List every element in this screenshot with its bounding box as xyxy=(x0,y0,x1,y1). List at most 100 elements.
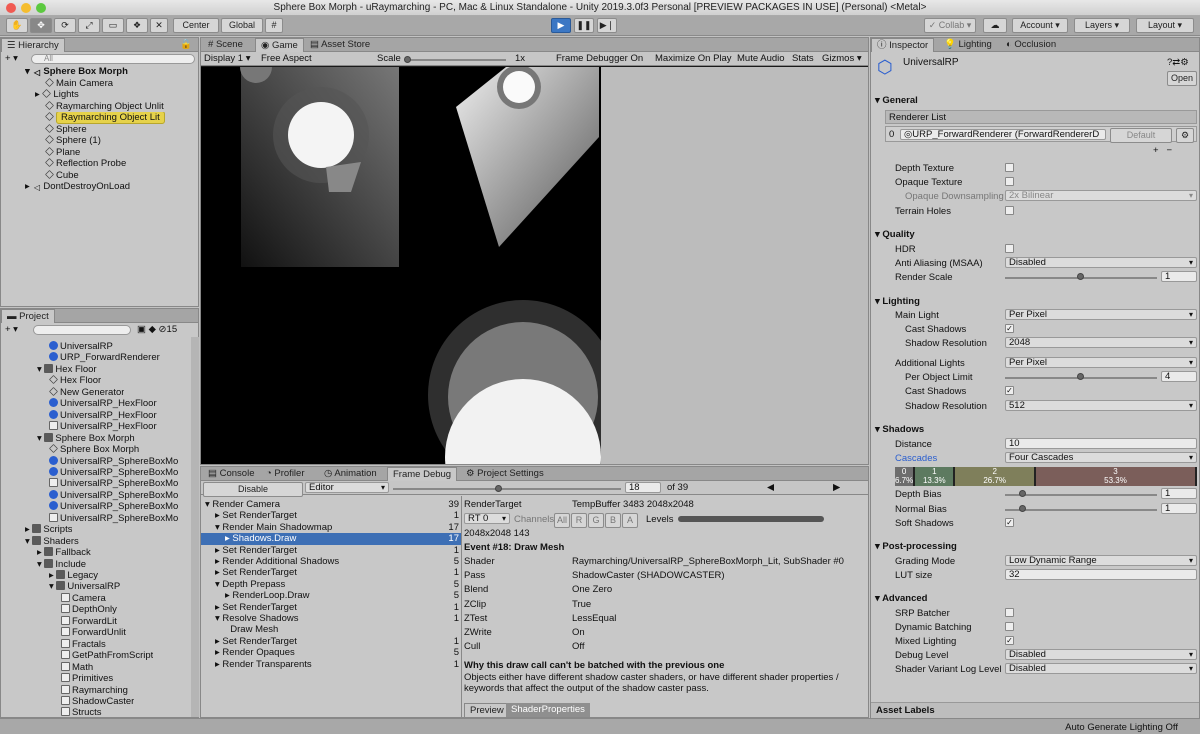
post-processing-section[interactable]: ▾ Post-processing xyxy=(875,541,957,552)
game-render-image[interactable] xyxy=(201,67,601,464)
debug-level-dropdown[interactable]: Disabled xyxy=(1005,649,1197,660)
project-item[interactable]: Hex Floor xyxy=(49,375,101,387)
hierarchy-item[interactable]: Raymarching Object Unlit xyxy=(35,101,164,113)
move-tool-icon[interactable]: ✥ xyxy=(30,18,52,33)
main-shadow-res-dropdown[interactable]: 2048 xyxy=(1005,337,1197,348)
project-item[interactable]: Primitives xyxy=(61,673,113,685)
frame-number-field[interactable]: 18 xyxy=(625,482,661,493)
aspect-dropdown[interactable]: Free Aspect xyxy=(261,53,371,65)
additional-lights-dropdown[interactable]: Per Pixel xyxy=(1005,357,1197,368)
frame-event-row[interactable]: ▸ Set RenderTarget 1 xyxy=(201,567,461,579)
tab-scene[interactable]: # Scene xyxy=(203,38,248,52)
hierarchy-item[interactable]: Sphere (1) xyxy=(35,135,101,147)
project-item[interactable]: DepthOnly xyxy=(61,604,117,616)
frame-event-row[interactable]: ▸ Set RenderTarget 1 xyxy=(201,510,461,522)
project-scrollbar[interactable] xyxy=(191,337,199,717)
shader-variant-log-dropdown[interactable]: Disabled xyxy=(1005,663,1197,674)
stats-toggle[interactable]: Stats xyxy=(792,53,814,65)
expand-arrow-icon[interactable]: ▾ xyxy=(49,581,56,592)
frame-event-row[interactable]: ▾ Render Camera 39 xyxy=(201,499,461,511)
prev-frame-button[interactable]: ◀ xyxy=(767,482,774,494)
frame-event-row[interactable]: ▸ Set RenderTarget 1 xyxy=(201,602,461,614)
maximize-on-play-toggle[interactable]: Maximize On Play xyxy=(655,53,732,65)
account-dropdown[interactable]: Account ▾ xyxy=(1012,18,1068,33)
expand-arrow-icon[interactable]: ▸ xyxy=(35,89,42,100)
project-item[interactable]: UniversalRP_SphereBoxMo xyxy=(49,489,178,502)
hand-tool-icon[interactable]: ✋ xyxy=(6,18,28,33)
project-item[interactable]: ForwardLit xyxy=(61,615,117,628)
main-cast-shadows-checkbox[interactable]: ✓ xyxy=(1005,324,1014,333)
hdr-checkbox[interactable] xyxy=(1005,244,1014,253)
inspector-header-icons[interactable]: ?⇄⚙ xyxy=(1167,57,1189,68)
renderer-settings-icon[interactable]: ⚙ xyxy=(1176,128,1194,143)
cascades-dropdown[interactable]: Four Cascades xyxy=(1005,452,1197,463)
mixed-lighting-checkbox[interactable]: ✓ xyxy=(1005,636,1014,645)
splitter[interactable] xyxy=(461,496,462,718)
disable-button[interactable]: Disable xyxy=(203,482,303,497)
tab-animation[interactable]: ◷ Animation xyxy=(319,467,382,481)
auto-generate-lighting-status[interactable]: Auto Generate Lighting Off xyxy=(1065,722,1178,733)
scale-slider[interactable] xyxy=(406,59,506,61)
create-button[interactable]: + ▾ xyxy=(5,53,18,65)
tab-hierarchy[interactable]: ☰ Hierarchy xyxy=(1,38,65,52)
lock-icon[interactable]: 🔒 xyxy=(175,38,197,52)
add-cast-shadows-checkbox[interactable]: ✓ xyxy=(1005,386,1014,395)
cascade-segment[interactable]: 1 13.3% xyxy=(915,467,956,486)
opaque-texture-checkbox[interactable] xyxy=(1005,177,1014,186)
tab-occlusion[interactable]: ◐ Occlusion xyxy=(1001,38,1061,52)
normal-bias-slider[interactable] xyxy=(1005,509,1157,511)
frame-slider-knob[interactable] xyxy=(495,485,502,492)
cascade-split-bar[interactable]: 0 6.7% 1 13.3% 2 26.7% 3 53.3% xyxy=(895,467,1197,486)
hierarchy-item[interactable]: Plane xyxy=(35,147,80,159)
project-item[interactable]: New Generator xyxy=(49,387,124,399)
srp-batcher-checkbox[interactable] xyxy=(1005,608,1014,617)
frame-event-row[interactable]: ▸ RenderLoop.Draw 5 xyxy=(201,590,461,602)
project-item[interactable]: UniversalRP_SphereBoxMo xyxy=(49,466,178,479)
project-item[interactable]: URP_ForwardRenderer xyxy=(49,352,160,364)
expand-arrow-icon[interactable]: ▸ xyxy=(25,524,32,535)
project-item[interactable]: UniversalRP_HexFloor xyxy=(49,421,157,433)
channel-g-button[interactable]: G xyxy=(588,513,604,528)
layout-dropdown[interactable]: Layout ▾ xyxy=(1136,18,1194,33)
cascade-segment[interactable]: 3 53.3% xyxy=(1036,467,1197,486)
renderer-object-field[interactable]: ◎URP_ForwardRenderer (ForwardRendererD xyxy=(900,129,1106,140)
add-renderer-button[interactable]: + − xyxy=(1153,145,1172,157)
hierarchy-item[interactable]: Sphere xyxy=(35,124,87,136)
tab-project-settings[interactable]: ⚙ Project Settings xyxy=(461,467,549,481)
pivot-global-button[interactable]: Global xyxy=(221,18,263,33)
project-item[interactable]: Camera xyxy=(61,592,106,605)
project-item[interactable]: Math xyxy=(61,661,93,674)
frame-event-row[interactable]: ▾ Render Main Shadowmap 17 xyxy=(201,522,461,534)
levels-range-slider[interactable] xyxy=(678,516,824,522)
scale-slider-knob[interactable] xyxy=(404,56,411,63)
depth-bias-field[interactable]: 1 xyxy=(1161,488,1197,499)
rt-dropdown[interactable]: RT 0 xyxy=(464,513,510,524)
project-item[interactable]: Fractals xyxy=(61,638,106,651)
project-item[interactable]: ▾ Include xyxy=(37,558,86,571)
project-item[interactable]: ForwardUnlit xyxy=(61,627,126,639)
render-scale-slider-knob[interactable] xyxy=(1077,273,1084,280)
hierarchy-item[interactable]: ▸ Lights xyxy=(35,89,79,101)
snap-icon[interactable]: # xyxy=(265,18,283,33)
project-item[interactable]: ▾ Sphere Box Morph xyxy=(37,432,135,445)
dynamic-batching-checkbox[interactable] xyxy=(1005,622,1014,631)
scene-item[interactable]: ▾ ◁ Sphere Box Morph xyxy=(25,66,128,78)
frame-event-row[interactable]: ▾ Depth Prepass 5 xyxy=(201,579,461,591)
quality-section[interactable]: ▾ Quality xyxy=(875,229,915,240)
dontdestroy-item[interactable]: ▸ ◁ DontDestroyOnLoad xyxy=(25,181,130,193)
play-button[interactable]: ▶ xyxy=(551,18,571,33)
project-item[interactable]: UniversalRP_SphereBoxMo xyxy=(49,455,178,468)
project-item[interactable]: UniversalRP_SphereBoxMo xyxy=(49,512,178,525)
layers-dropdown[interactable]: Layers ▾ xyxy=(1074,18,1130,33)
tab-preview[interactable]: Preview xyxy=(464,703,510,717)
tab-project[interactable]: ▬ Project xyxy=(1,309,55,323)
project-item[interactable]: UniversalRP_SphereBoxMo xyxy=(49,478,178,490)
frame-event-row[interactable]: ▸ Set RenderTarget 1 xyxy=(201,545,461,557)
project-item[interactable]: Raymarching xyxy=(61,684,128,697)
hierarchy-search-input[interactable]: All xyxy=(31,54,195,64)
transform-tool-icon[interactable]: ❖ xyxy=(126,18,148,33)
channel-all-button[interactable]: All xyxy=(554,513,570,528)
zoom-window-button[interactable] xyxy=(36,3,46,13)
cascade-segment[interactable]: 0 6.7% xyxy=(895,467,916,486)
project-create-button[interactable]: + ▾ xyxy=(5,324,18,336)
